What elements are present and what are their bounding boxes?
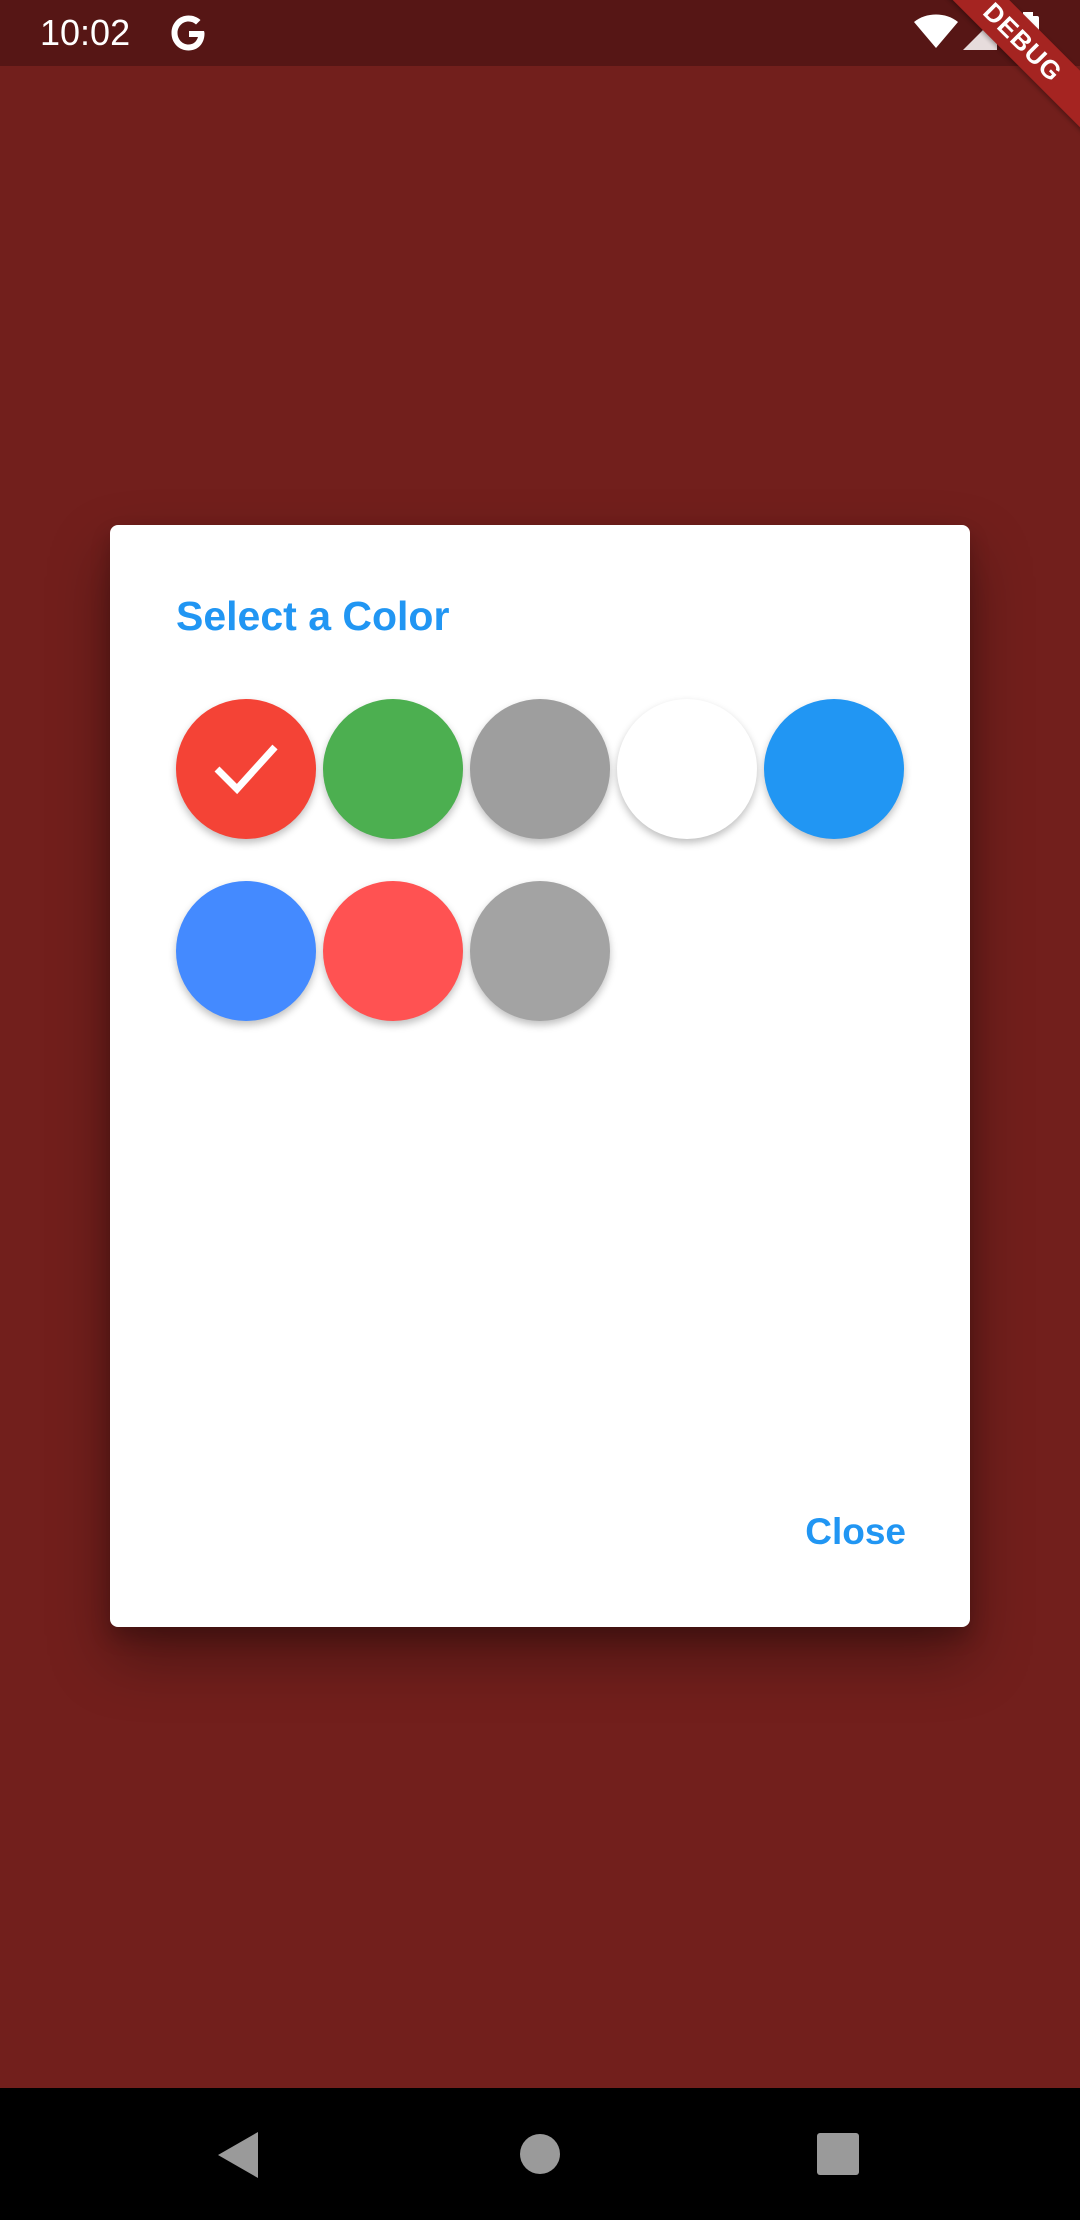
color-swatch-grey-light[interactable] — [470, 881, 610, 1021]
color-picker-dialog: Select a Color Close — [110, 525, 970, 1627]
wifi-icon — [914, 14, 958, 48]
back-icon[interactable] — [218, 2132, 258, 2178]
home-icon[interactable] — [520, 2134, 560, 2174]
close-button[interactable]: Close — [801, 1501, 910, 1563]
navigation-bar — [0, 2088, 1080, 2220]
dialog-title: Select a Color — [176, 593, 450, 639]
color-swatch-green[interactable] — [323, 699, 463, 839]
recents-icon[interactable] — [817, 2133, 859, 2175]
google-g-icon — [171, 15, 205, 51]
status-bar: 10:02 — [0, 0, 1080, 66]
color-swatch-red-accent[interactable] — [323, 881, 463, 1021]
color-swatch-red[interactable] — [176, 699, 316, 839]
color-swatch-blue-accent[interactable] — [176, 881, 316, 1021]
status-time: 10:02 — [40, 12, 131, 53]
check-icon — [214, 744, 278, 795]
color-swatch-white[interactable] — [617, 699, 757, 839]
color-swatch-blue[interactable] — [764, 699, 904, 839]
color-swatch-grey[interactable] — [470, 699, 610, 839]
